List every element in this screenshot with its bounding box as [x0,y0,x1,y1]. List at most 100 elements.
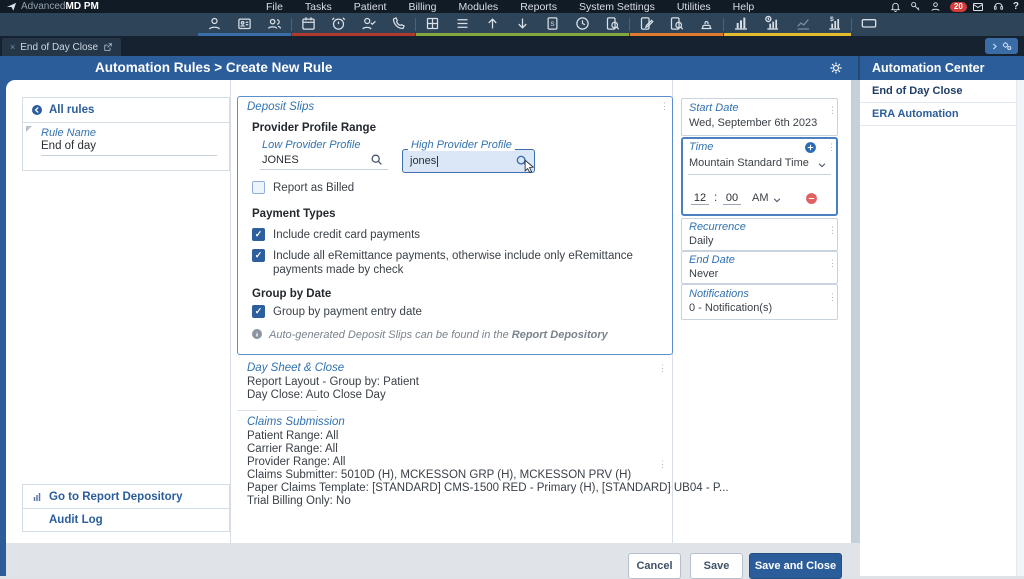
day-sheet-title[interactable]: Day Sheet & Close [247,362,344,374]
info-text-bold: Report Depository [512,329,608,341]
drag-handle[interactable]: ⋮ [828,106,837,115]
statement-icon[interactable] [545,16,560,31]
high-provider-profile-input[interactable]: jones [402,149,535,173]
gear-icon[interactable] [829,61,843,75]
hour-input[interactable]: 12 [691,192,709,205]
panel-scrollbar[interactable] [1016,80,1024,576]
audit-log-link[interactable]: Audit Log [22,508,230,532]
claim-review-icon[interactable] [669,16,684,31]
drag-handle[interactable]: ⋮ [658,460,667,469]
brand-prefix: Advanced [21,1,65,12]
ac-item-era-automation[interactable]: ERA Automation [860,103,1024,126]
meridiem-select[interactable]: AM [752,192,769,204]
rule-name-input[interactable]: End of day [41,140,96,152]
group-by-payment-entry-checkbox[interactable]: ✓ [252,305,265,318]
keypad-icon[interactable] [861,15,877,31]
info-text-normal: Auto-generated Deposit Slips can be foun… [269,329,512,341]
appointment-person-icon[interactable] [361,16,376,31]
phone-icon[interactable] [391,16,406,31]
patient-icon[interactable] [207,16,222,31]
include-eremittance-checkbox[interactable]: ✓ [252,249,265,262]
status-icons: 20 ? [890,0,1019,13]
cancel-button[interactable]: Cancel [628,553,681,579]
external-link-icon[interactable] [103,42,113,52]
tab-bar [0,36,1024,56]
all-rules-label: All rules [49,104,94,116]
report-depository-icon [31,491,43,503]
claims-submission-title[interactable]: Claims Submission [247,416,345,428]
responsible-party-icon[interactable] [267,16,282,31]
expand-settings-button[interactable] [985,38,1018,54]
report-as-billed-checkbox[interactable] [252,181,265,194]
minute-input[interactable]: 00 [723,192,741,205]
key-icon[interactable] [910,1,921,12]
patient-chart-icon[interactable] [237,16,252,31]
add-time-icon[interactable] [804,141,817,154]
menu-reports[interactable]: Reports [520,1,557,13]
help-icon[interactable]: ? [1013,1,1019,12]
chevron-down-icon[interactable] [817,160,827,170]
include-credit-card-checkbox[interactable]: ✓ [252,228,265,241]
save-and-close-button[interactable]: Save and Close [749,553,842,579]
search-icon[interactable] [370,153,383,166]
wait-list-alarm-icon[interactable] [331,16,346,31]
time-clock-icon[interactable] [575,16,590,31]
top-menubar: AdvancedMD PM File Tasks Patient Billing… [0,0,1024,13]
toolbar-group-reports [724,13,851,36]
report-schedule-icon[interactable] [764,15,780,31]
financial-report-icon[interactable] [826,15,842,31]
automation-center-title: Automation Center [860,56,1024,80]
menu-file[interactable]: File [266,1,283,13]
low-provider-profile-label: Low Provider Profile [262,139,360,151]
scheduler-calendar-icon[interactable] [301,16,316,31]
timezone-select[interactable]: Mountain Standard Time [689,157,809,169]
high-provider-profile-label: High Provider Profile [408,139,515,151]
drag-handle[interactable]: ⋮ [828,293,837,302]
charge-grid-icon[interactable] [425,16,440,31]
drag-handle[interactable]: ⋮ [827,143,836,152]
report-chart-icon[interactable] [733,15,749,31]
payment-down-icon[interactable] [515,16,530,31]
provider-profile-range-heading: Provider Profile Range [252,122,376,134]
charge-up-icon[interactable] [485,16,500,31]
tab-close-icon[interactable]: × [10,42,15,52]
menu-patient[interactable]: Patient [354,1,387,13]
menu-help[interactable]: Help [733,1,755,13]
ac-item-end-of-day-close[interactable]: End of Day Close [860,80,1024,103]
menu-tasks[interactable]: Tasks [305,1,332,13]
bell-icon[interactable] [890,1,901,12]
end-date-label: End Date [689,254,735,266]
headset-icon[interactable] [993,1,1004,12]
claims-line: Trial Billing Only: No [247,495,351,507]
drag-handle[interactable]: ⋮ [658,364,667,373]
menu-billing[interactable]: Billing [408,1,436,13]
go-to-report-depository-link[interactable]: Go to Report Depository [22,484,230,509]
time-colon: : [714,192,717,204]
transaction-list-icon[interactable] [455,16,470,31]
claims-line: Carrier Range: All [247,443,338,455]
menu-system-settings[interactable]: System Settings [579,1,655,13]
rule-name-card[interactable]: Rule Name End of day [22,122,230,171]
claim-edit-icon[interactable] [639,16,654,31]
tab-end-of-day-close[interactable]: × End of Day Close [2,38,121,56]
drag-handle[interactable]: ⋮ [828,259,837,268]
low-provider-profile-input[interactable]: JONES [262,154,299,166]
collections-stamp-icon[interactable] [699,16,714,31]
all-rules-button[interactable]: All rules [22,97,230,123]
drag-handle[interactable]: ⋮ [660,102,669,111]
section-divider [237,410,317,411]
drag-handle[interactable]: ⋮ [828,226,837,235]
remove-time-icon[interactable] [805,192,818,205]
menu-modules[interactable]: Modules [458,1,498,13]
toolbar-group-scheduler [292,13,415,36]
claim-search-icon[interactable] [605,16,620,31]
save-button[interactable]: Save [690,553,743,579]
chevron-down-icon[interactable] [772,195,782,205]
header-divider [858,56,860,80]
report-trend-icon [795,15,811,31]
brand-icon [6,1,17,12]
menu-utilities[interactable]: Utilities [677,1,711,13]
message-count-badge[interactable]: 20 [950,2,967,12]
mail-icon[interactable] [972,1,984,13]
user-icon[interactable] [930,1,941,12]
